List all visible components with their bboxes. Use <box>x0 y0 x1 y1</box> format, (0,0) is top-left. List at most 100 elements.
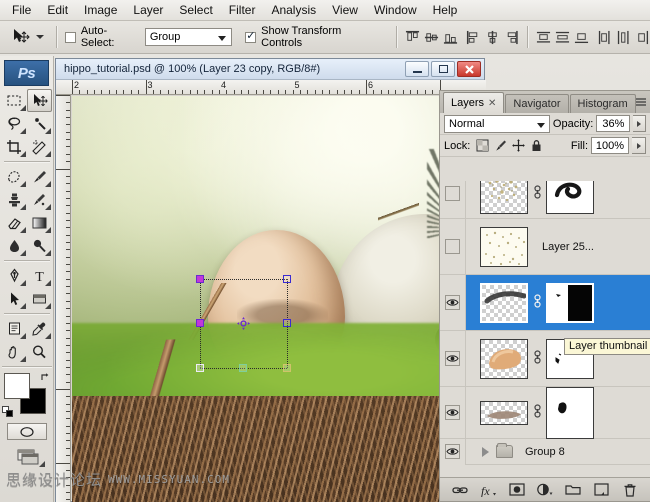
add-layer-mask-icon[interactable] <box>508 481 526 499</box>
link-mask-icon[interactable] <box>532 404 542 421</box>
transform-handle-top-left[interactable] <box>196 274 205 283</box>
path-selection-tool-icon[interactable] <box>2 287 27 310</box>
type-tool-icon[interactable]: T <box>27 264 52 287</box>
group-visibility-cell[interactable] <box>440 438 466 465</box>
fill-slider-arrow[interactable] <box>632 137 646 154</box>
tab-histogram[interactable]: Histogram <box>569 94 636 113</box>
distribute-vertical-centers-icon[interactable] <box>555 30 570 45</box>
rectangular-marquee-tool-icon[interactable] <box>2 89 27 112</box>
distribute-top-edges-icon[interactable] <box>536 30 551 45</box>
eye-icon-visible[interactable] <box>445 295 460 310</box>
zoom-tool-icon[interactable] <box>27 340 52 363</box>
transform-handle-top-right[interactable] <box>282 274 291 283</box>
table-row[interactable] <box>440 386 650 439</box>
layer-visibility-cell[interactable] <box>440 387 466 438</box>
transform-handle-bottom-right[interactable] <box>282 364 291 372</box>
magic-wand-tool-icon[interactable] <box>27 112 52 135</box>
delete-layer-icon[interactable] <box>621 481 639 499</box>
minimize-button[interactable] <box>405 61 429 77</box>
link-mask-icon[interactable] <box>532 294 542 311</box>
layer-visibility-cell[interactable] <box>440 219 466 274</box>
layer-thumbnail[interactable] <box>480 338 528 379</box>
crop-tool-icon[interactable] <box>2 135 27 158</box>
menu-item-image[interactable]: Image <box>76 1 125 19</box>
current-tool-button[interactable] <box>0 27 48 47</box>
menu-item-layer[interactable]: Layer <box>125 1 171 19</box>
distribute-left-edges-icon[interactable] <box>597 30 612 45</box>
quick-mask-mode-icon[interactable] <box>6 423 47 440</box>
menu-item-window[interactable]: Window <box>366 1 425 19</box>
horizontal-ruler[interactable]: 2 3 4 5 6 <box>56 80 486 95</box>
lasso-tool-icon[interactable] <box>2 112 27 135</box>
menu-item-edit[interactable]: Edit <box>39 1 76 19</box>
eye-icon-hidden[interactable] <box>445 186 460 201</box>
link-mask-icon[interactable] <box>532 185 542 202</box>
align-horizontal-centers-icon[interactable] <box>485 30 500 45</box>
swap-colors-icon[interactable] <box>40 371 52 386</box>
eye-icon-visible[interactable] <box>445 405 460 420</box>
align-vertical-centers-icon[interactable] <box>424 30 439 45</box>
document-title-bar[interactable]: hippo_tutorial.psd @ 100% (Layer 23 copy… <box>56 59 484 80</box>
menu-item-view[interactable]: View <box>324 1 366 19</box>
transform-handle-bottom-left[interactable] <box>196 364 205 372</box>
group-disclosure-triangle-icon[interactable] <box>482 446 489 457</box>
layer-thumbnail[interactable] <box>480 282 528 323</box>
dodge-tool-icon[interactable] <box>27 234 52 257</box>
layer-mask-thumbnail[interactable] <box>546 181 594 214</box>
lock-position-icon[interactable] <box>512 139 526 152</box>
layer-thumbnail[interactable] <box>480 400 528 425</box>
close-icon[interactable]: ✕ <box>488 98 496 109</box>
opacity-input[interactable]: 36% <box>596 115 631 132</box>
distribute-horizontal-centers-icon[interactable] <box>616 30 631 45</box>
new-group-icon[interactable] <box>564 481 582 499</box>
move-tool-icon[interactable] <box>27 89 52 112</box>
blur-tool-icon[interactable] <box>2 234 27 257</box>
new-fill-adjustment-layer-icon[interactable] <box>536 481 554 499</box>
layer-mask-thumbnail[interactable] <box>546 282 594 323</box>
image-canvas[interactable] <box>72 96 485 502</box>
history-brush-tool-icon[interactable] <box>27 188 52 211</box>
transform-handle-middle-left[interactable] <box>196 319 205 328</box>
close-button[interactable] <box>457 61 481 77</box>
table-row[interactable] <box>440 275 650 331</box>
layer-list[interactable]: Layer 25... Group 8 <box>440 181 650 477</box>
layer-thumbnail[interactable] <box>480 181 528 214</box>
menu-item-file[interactable]: File <box>4 1 39 19</box>
vertical-ruler[interactable] <box>56 95 71 502</box>
layer-visibility-cell[interactable] <box>440 331 466 386</box>
brush-tool-icon[interactable] <box>27 165 52 188</box>
distribute-right-edges-icon[interactable] <box>635 30 650 45</box>
lock-image-pixels-icon[interactable] <box>494 139 507 152</box>
align-right-edges-icon[interactable] <box>504 30 519 45</box>
menu-item-help[interactable]: Help <box>425 1 466 19</box>
opacity-slider-arrow[interactable] <box>633 115 646 132</box>
show-transform-controls-checkbox[interactable] <box>245 30 257 43</box>
eye-icon-visible[interactable] <box>445 444 460 459</box>
eraser-tool-icon[interactable] <box>2 211 27 234</box>
foreground-color-swatch[interactable] <box>3 373 30 399</box>
eye-icon-visible[interactable] <box>445 351 460 366</box>
tab-navigator[interactable]: Navigator <box>505 94 569 113</box>
layer-visibility-cell[interactable] <box>440 275 466 330</box>
auto-select-dropdown[interactable]: Group <box>144 28 232 46</box>
align-bottom-edges-icon[interactable] <box>443 30 458 45</box>
distribute-bottom-edges-icon[interactable] <box>574 30 589 45</box>
gradient-tool-icon[interactable] <box>27 211 52 234</box>
align-left-edges-icon[interactable] <box>466 30 481 45</box>
tool-preset-chevron-icon[interactable] <box>36 35 44 39</box>
link-layers-icon[interactable] <box>451 481 469 499</box>
fill-input[interactable]: 100% <box>591 137 629 154</box>
align-top-edges-icon[interactable] <box>405 30 420 45</box>
layer-thumbnail[interactable] <box>480 226 528 267</box>
transform-bounding-box[interactable] <box>196 274 291 372</box>
lock-transparent-pixels-icon[interactable] <box>476 139 489 152</box>
blend-mode-dropdown[interactable]: Normal <box>444 114 550 133</box>
auto-select-checkbox[interactable] <box>64 31 76 43</box>
eye-icon-hidden[interactable] <box>445 239 460 254</box>
table-row[interactable]: Layer 25... <box>440 219 650 275</box>
layer-visibility-cell[interactable] <box>440 181 466 218</box>
panel-menu-icon[interactable] <box>635 96 647 111</box>
healing-brush-tool-icon[interactable] <box>2 165 27 188</box>
transform-handle-bottom-center[interactable] <box>239 364 248 372</box>
clone-stamp-tool-icon[interactable] <box>2 188 27 211</box>
